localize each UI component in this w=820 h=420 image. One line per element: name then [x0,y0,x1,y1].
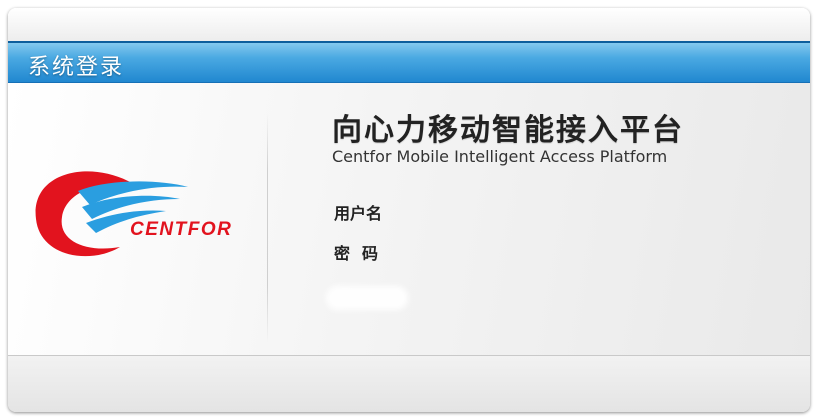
platform-title-en: Centfor Mobile Intelligent Access Platfo… [332,147,668,166]
platform-title-cn: 向心力移动智能接入平台 [332,113,684,148]
blurred-region [326,286,408,310]
dialog-footer [8,356,810,412]
login-dialog: 系统登录 CENTFOR 向心力移动智能接入平台 Centfor Mobile … [8,8,810,412]
login-content: CENTFOR 向心力移动智能接入平台 Centfor Mobile Intel… [8,83,810,355]
logo-text: CENTFOR [130,219,232,240]
window-title: 系统登录 [28,55,125,80]
vertical-divider [267,113,268,343]
username-label: 用户名 [334,204,383,223]
title-bar: 系统登录 [8,41,810,83]
centfor-logo: CENTFOR [35,171,232,257]
password-label: 密码 [334,244,391,263]
